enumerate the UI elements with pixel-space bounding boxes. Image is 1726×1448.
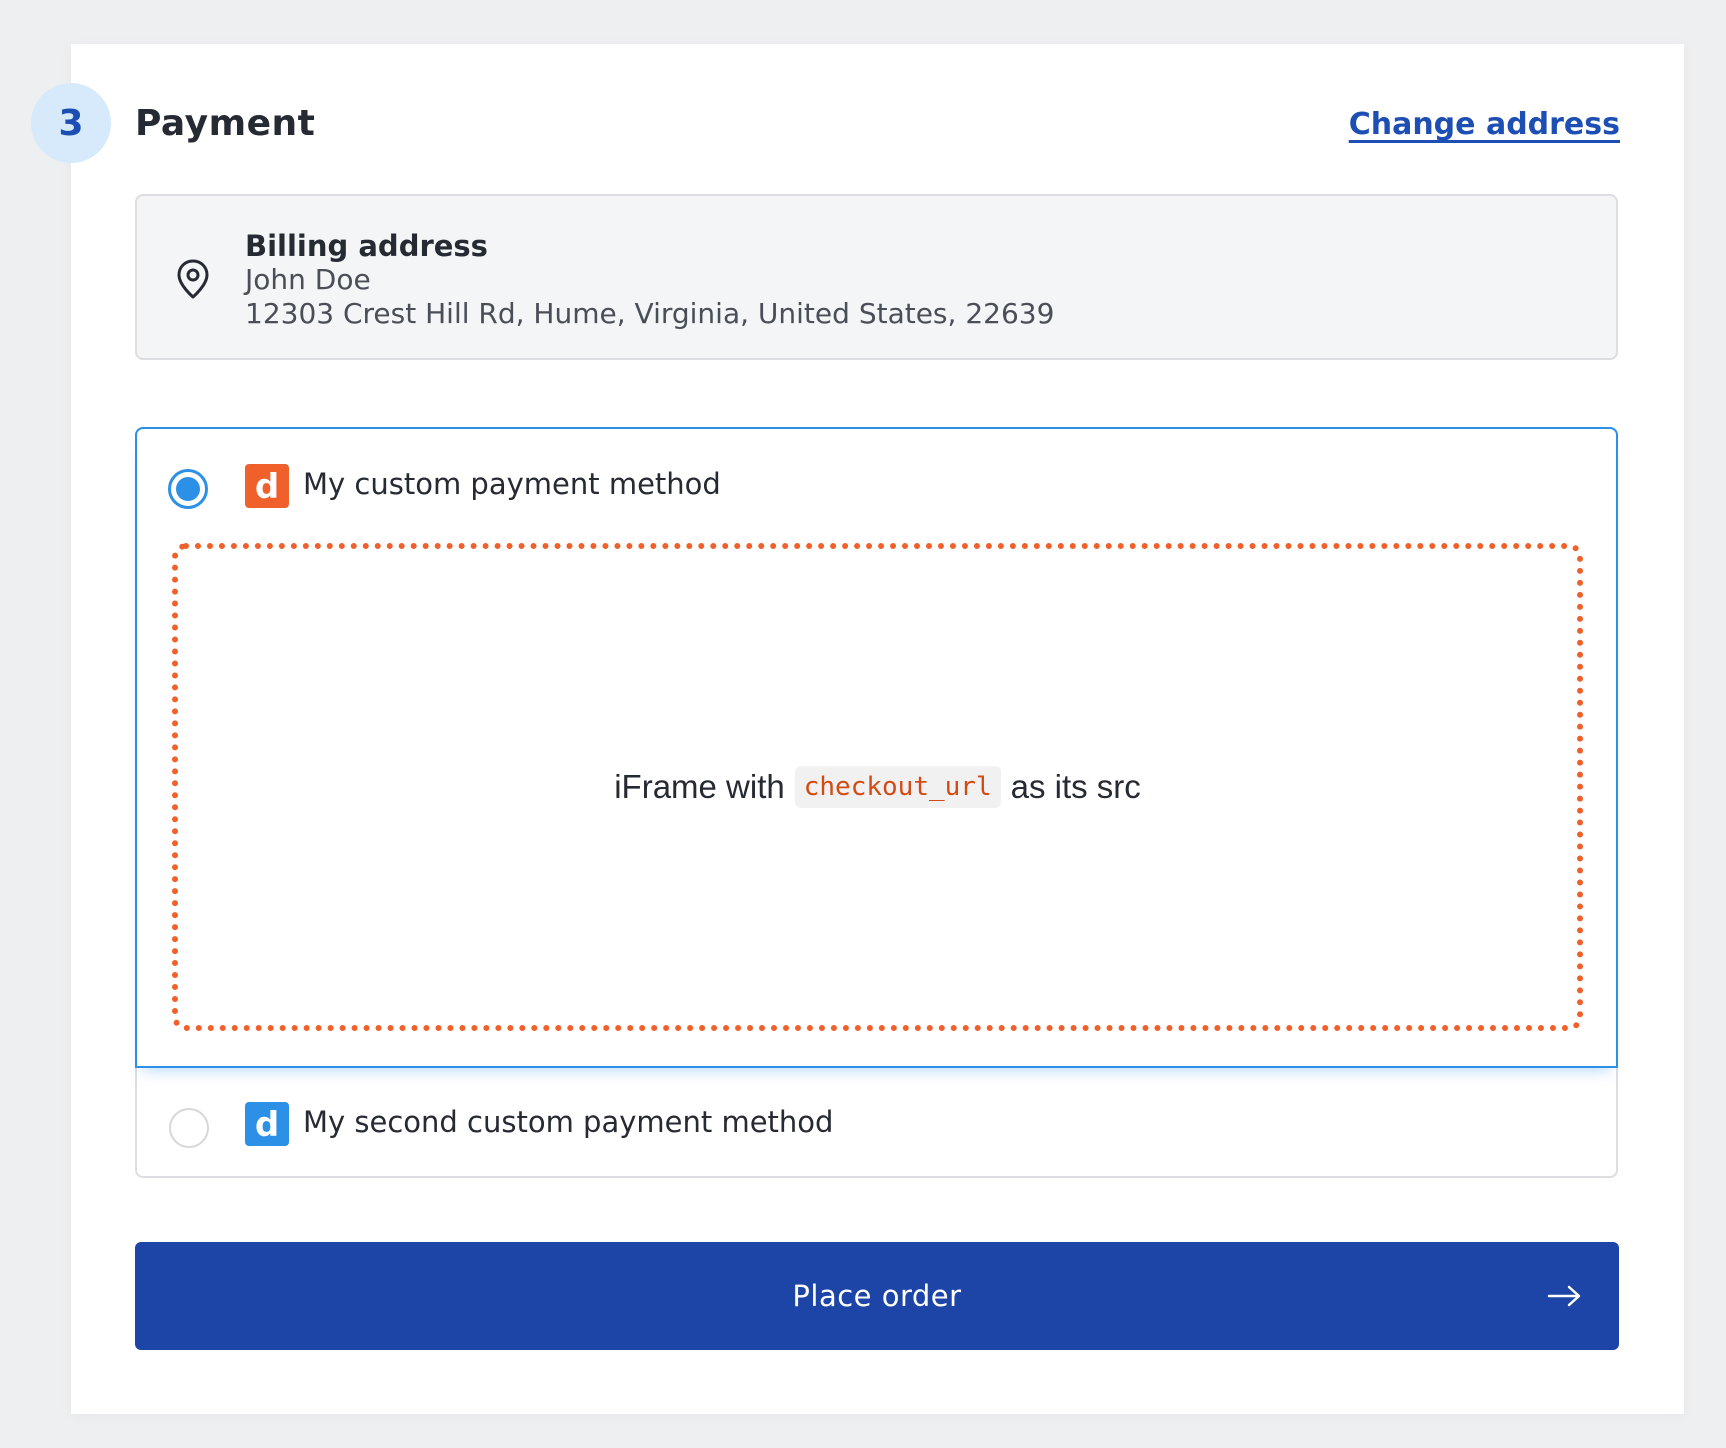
billing-name: John Doe: [245, 263, 371, 296]
svg-text:d: d: [255, 1107, 279, 1141]
payment-method-option-1[interactable]: d My custom payment method iFrame with c…: [135, 427, 1618, 1068]
payment-method-2-label[interactable]: My second custom payment method: [303, 1105, 833, 1139]
payment-method-1-label[interactable]: My custom payment method: [303, 467, 721, 501]
payment-method-2-logo: d: [245, 1102, 289, 1146]
svg-text:d: d: [255, 469, 279, 503]
payment-method-1-logo: d: [245, 464, 289, 508]
payment-method-2-radio[interactable]: [169, 1108, 209, 1148]
billing-address-line: 12303 Crest Hill Rd, Hume, Virginia, Uni…: [245, 297, 1055, 330]
payment-methods-list: d My custom payment method iFrame with c…: [135, 427, 1618, 1178]
arrow-right-icon: [1547, 1285, 1581, 1307]
checkout-url-code: checkout_url: [794, 766, 1001, 808]
place-order-button[interactable]: Place order: [135, 1242, 1619, 1350]
iframe-placeholder: iFrame with checkout_url as its src: [172, 543, 1583, 1031]
iframe-text-prefix: iFrame with: [614, 768, 785, 805]
change-address-link[interactable]: Change address: [1349, 107, 1620, 142]
location-pin-icon: [177, 259, 209, 299]
billing-address-box: Billing address John Doe 12303 Crest Hil…: [135, 194, 1618, 360]
iframe-text-suffix: as its src: [1010, 768, 1141, 805]
step-number-badge: 3: [31, 83, 111, 163]
custom-payment-logo-icon: d: [255, 1107, 279, 1141]
payment-method-1-radio[interactable]: [168, 469, 208, 509]
step-number: 3: [58, 102, 84, 144]
section-title: Payment: [135, 103, 316, 144]
place-order-label: Place order: [792, 1279, 962, 1313]
billing-address-heading: Billing address: [245, 229, 488, 263]
custom-payment-logo-icon: d: [255, 469, 279, 503]
